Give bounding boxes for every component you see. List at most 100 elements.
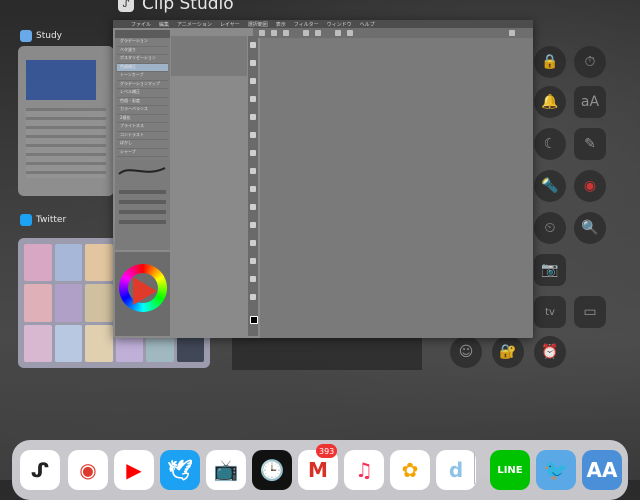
tool-property-panel[interactable]: [115, 160, 170, 250]
study-card-thumbnail-block: [26, 60, 96, 100]
note-icon[interactable]: ✎: [574, 128, 606, 160]
subtool-row[interactable]: グラデーション: [117, 38, 168, 47]
subtool-row[interactable]: トーンカーブ: [117, 72, 168, 81]
menu-window[interactable]: ウィンドウ: [327, 21, 352, 28]
text-tool-icon[interactable]: [250, 240, 256, 246]
menu-help[interactable]: ヘルプ: [360, 21, 375, 28]
bird-app-icon[interactable]: 🐦: [536, 450, 576, 490]
media-thumb: [54, 324, 82, 362]
pen-tool-icon[interactable]: [250, 114, 256, 120]
undo-icon[interactable]: [303, 30, 309, 36]
layer-panel[interactable]: [171, 36, 247, 76]
accessibility-icon[interactable]: ☺: [450, 336, 482, 368]
main-color-icon[interactable]: [250, 316, 258, 324]
subtool-row[interactable]: 2値化: [117, 115, 168, 123]
media-thumb: [54, 244, 82, 282]
select-tool-icon[interactable]: [250, 78, 256, 84]
subtool-row-selected[interactable]: 色調補正: [117, 63, 168, 72]
subtool-row[interactable]: レベル補正: [117, 89, 168, 98]
appletv-icon[interactable]: tv: [534, 296, 566, 328]
ruler-tool-icon[interactable]: [250, 258, 256, 264]
menu-layer[interactable]: レイヤー: [220, 21, 240, 28]
subtool-row[interactable]: シャープ: [117, 149, 168, 157]
eyedropper-tool-icon[interactable]: [250, 96, 256, 102]
moon-icon[interactable]: ☾: [534, 128, 566, 160]
subtool-tabs[interactable]: [115, 30, 170, 38]
clock-icon[interactable]: 🕒: [252, 450, 292, 490]
front-app-header: ᔑ Clip Studio: [118, 0, 234, 14]
subtool-row[interactable]: コントラスト: [117, 132, 168, 140]
clip-studio-window[interactable]: ファイル 編集 アニメーション レイヤー 選択範囲 表示 フィルター ウィンドウ…: [113, 20, 533, 338]
youtube-icon[interactable]: ▶: [114, 450, 154, 490]
study-app-card[interactable]: [18, 46, 114, 196]
transform-icon[interactable]: [347, 30, 353, 36]
twitter-icon[interactable]: 🕊: [160, 450, 200, 490]
remote-icon[interactable]: ▭: [574, 296, 606, 328]
text-size-icon[interactable]: aA: [574, 86, 606, 118]
save-icon[interactable]: [283, 30, 289, 36]
settings-icon[interactable]: [509, 30, 515, 36]
subtool-row[interactable]: ぼかし: [117, 140, 168, 149]
eraser-tool-icon[interactable]: [250, 186, 256, 192]
command-bar: [253, 28, 533, 38]
color-wheel-panel[interactable]: [115, 252, 170, 336]
move-tool-icon[interactable]: [250, 42, 256, 48]
flashlight-icon[interactable]: 🔦: [534, 170, 566, 202]
subtool-panel: グラデーション ベタ塗り ポスタリゼーション 色調補正 トーンカーブ グラデーシ…: [115, 30, 170, 160]
front-app-title: Clip Studio: [142, 0, 234, 14]
stabilizer-slider[interactable]: [119, 220, 166, 224]
zoom-tool-icon[interactable]: [250, 60, 256, 66]
magnifier-icon[interactable]: 🔍: [574, 212, 606, 244]
subtool-row[interactable]: ポスタリゼーション: [117, 55, 168, 64]
timer-icon[interactable]: ⏱: [574, 46, 606, 78]
canvas-area[interactable]: [260, 38, 533, 338]
menu-selection[interactable]: 選択範囲: [248, 21, 268, 28]
clear-icon[interactable]: [335, 30, 341, 36]
subtool-row[interactable]: ブライトネス: [117, 123, 168, 132]
media-thumb: [24, 244, 52, 282]
menu-view[interactable]: 表示: [276, 21, 286, 28]
menu-file[interactable]: ファイル: [131, 21, 151, 28]
guided-access-icon[interactable]: 🔐: [492, 336, 524, 368]
airbrush-tool-icon[interactable]: [250, 168, 256, 174]
opacity-slider[interactable]: [119, 200, 166, 204]
menu-edit[interactable]: 編集: [159, 21, 169, 28]
gradient-tool-icon[interactable]: [250, 222, 256, 228]
brush-tool-icon[interactable]: [250, 150, 256, 156]
line-icon[interactable]: LINE: [490, 450, 530, 490]
menu-animation[interactable]: アニメーション: [177, 21, 212, 28]
clip-studio-icon[interactable]: ᔑ: [20, 450, 60, 490]
menu-filter[interactable]: フィルター: [294, 21, 319, 28]
alarm-icon[interactable]: ⏰: [534, 336, 566, 368]
d-app-icon[interactable]: d: [436, 450, 476, 490]
shape-tool-icon[interactable]: [250, 276, 256, 282]
new-icon[interactable]: [259, 30, 265, 36]
fill-tool-icon[interactable]: [250, 204, 256, 210]
frame-tool-icon[interactable]: [250, 294, 256, 300]
open-icon[interactable]: [271, 30, 277, 36]
aa-app-icon[interactable]: AA: [582, 450, 622, 490]
camera-icon[interactable]: 📷: [534, 254, 566, 286]
bell-icon[interactable]: 🔔: [534, 86, 566, 118]
stopwatch-icon[interactable]: ⏲: [534, 212, 566, 244]
subtool-row[interactable]: カラーバランス: [117, 106, 168, 115]
record-icon[interactable]: ◉: [574, 170, 606, 202]
redo-icon[interactable]: [315, 30, 321, 36]
chrome-icon[interactable]: ◉: [68, 450, 108, 490]
rotation-lock-icon[interactable]: 🔒: [534, 46, 566, 78]
twitter-card-title: Twitter: [36, 215, 67, 225]
play-icon[interactable]: [133, 277, 157, 305]
media-thumb: [85, 284, 113, 322]
subtool-row[interactable]: 色相・彩度: [117, 98, 168, 106]
brush-size-slider[interactable]: [119, 190, 166, 194]
music-icon[interactable]: ♫: [344, 450, 384, 490]
subtool-row[interactable]: ベタ塗り: [117, 47, 168, 55]
photos-icon[interactable]: ✿: [390, 450, 430, 490]
twitter-small-icon: [20, 214, 32, 226]
density-slider[interactable]: [119, 210, 166, 214]
pencil-tool-icon[interactable]: [250, 132, 256, 138]
brush-stroke-preview: [118, 167, 166, 175]
subtool-row[interactable]: グラデーションマップ: [117, 81, 168, 89]
tv-icon[interactable]: 📺: [206, 450, 246, 490]
tool-strip: [248, 36, 258, 336]
